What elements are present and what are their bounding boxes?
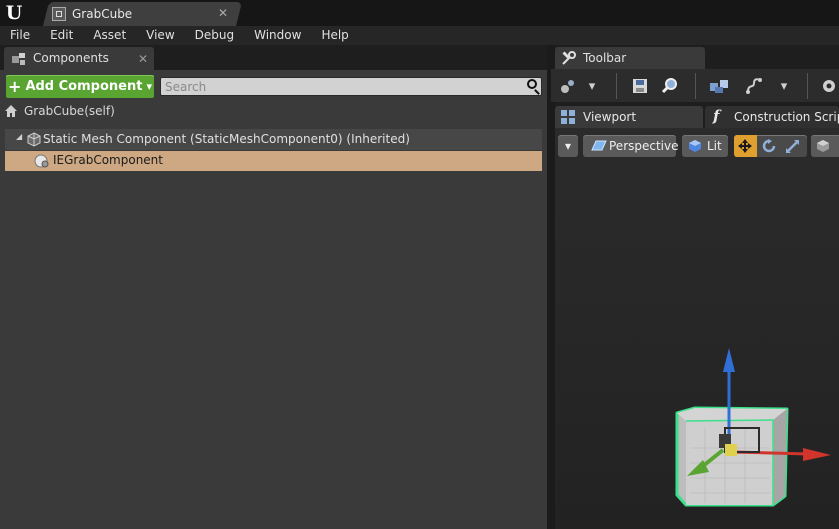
menu-window[interactable]: Window (244, 26, 311, 45)
tree-row-grab-component[interactable]: IEGrabComponent (5, 151, 542, 171)
tab-construction-script[interactable]: f Construction Scrip (705, 106, 839, 128)
close-icon[interactable]: ✕ (138, 52, 148, 66)
move-icon (738, 139, 752, 153)
lit-button[interactable]: Lit (682, 135, 728, 157)
grab-component-label: IEGrabComponent (53, 153, 163, 167)
toolbar-separator (695, 73, 696, 99)
menu-bar: File Edit Asset View Debug Window Help (0, 26, 839, 45)
construction-tab-label: Construction Scrip (734, 110, 839, 124)
menu-file[interactable]: File (0, 26, 40, 45)
settings-icon[interactable] (819, 75, 839, 97)
menu-asset[interactable]: Asset (83, 26, 136, 45)
save-icon[interactable] (629, 75, 651, 97)
tab-toolbar[interactable]: Toolbar (555, 47, 705, 69)
cube-mesh[interactable] (675, 406, 789, 507)
lit-cube-icon (689, 140, 701, 152)
rotate-icon[interactable] (762, 139, 777, 154)
blueprint-icon (52, 7, 66, 21)
document-tab-title: GrabCube (72, 7, 133, 21)
viewport-tab-label: Viewport (583, 110, 637, 124)
toolbar-separator (616, 73, 617, 99)
actor-icon (5, 105, 17, 117)
toolbar-separator (807, 73, 808, 99)
components-icon (12, 53, 25, 65)
tab-components[interactable]: Components ✕ (4, 47, 154, 70)
tree-row-static-mesh[interactable]: ◢ Static Mesh Component (StaticMeshCompo… (5, 129, 542, 150)
viewport-options-button[interactable]: ▾ (558, 135, 578, 157)
viewport-scene (675, 348, 831, 507)
add-component-label: Add Component (25, 79, 143, 94)
perspective-button[interactable]: Perspective (583, 135, 679, 157)
cube-snap-icon (817, 140, 829, 152)
static-mesh-label: Static Mesh Component (StaticMeshCompone… (43, 132, 410, 146)
self-label: GrabCube(self) (24, 104, 115, 118)
perspective-label: Perspective (609, 139, 679, 153)
simulation-icon[interactable] (743, 75, 765, 97)
function-icon: f (713, 107, 720, 125)
document-tab[interactable]: GrabCube (52, 4, 132, 24)
search-icon[interactable] (527, 79, 537, 89)
viewport-icon (561, 110, 575, 124)
scale-icon[interactable] (785, 139, 800, 154)
lit-label: Lit (707, 139, 722, 153)
panel-splitter[interactable] (547, 45, 555, 529)
menu-edit[interactable]: Edit (40, 26, 83, 45)
gears-icon[interactable] (557, 75, 579, 97)
chevron-down-icon: ▾ (564, 139, 572, 153)
surface-snap-button[interactable] (811, 135, 839, 157)
chevron-down-icon[interactable]: ▾ (585, 75, 599, 97)
transform-tools-group (734, 135, 807, 157)
find-icon[interactable] (659, 75, 681, 97)
class-settings-icon[interactable] (707, 75, 731, 97)
expand-arrow-icon[interactable]: ◢ (16, 132, 22, 141)
toolbar-tab-label: Toolbar (583, 51, 627, 65)
plus-icon: + (8, 77, 22, 96)
search-box (160, 77, 542, 96)
chevron-down-icon[interactable]: ▾ (777, 75, 791, 97)
static-mesh-icon (27, 132, 41, 147)
chevron-down-icon: ▾ (146, 80, 152, 93)
menu-debug[interactable]: Debug (185, 26, 244, 45)
blueprint-toolbar: ▾ ▾ (551, 69, 839, 102)
viewport-canvas[interactable]: ▾ Perspective Lit (555, 128, 839, 529)
unreal-logo[interactable]: U (2, 2, 26, 24)
self-row[interactable]: GrabCube(self) (4, 102, 115, 120)
translate-tool-button[interactable] (734, 135, 757, 157)
add-component-button[interactable]: + Add Component ▾ (6, 75, 154, 98)
wrench-icon (562, 51, 576, 65)
scene-component-icon (34, 154, 49, 168)
close-icon[interactable]: ✕ (218, 6, 228, 20)
tab-viewport[interactable]: Viewport (555, 106, 703, 128)
menu-view[interactable]: View (136, 26, 184, 45)
search-input[interactable] (161, 78, 521, 95)
perspective-icon (591, 140, 607, 151)
component-tree (5, 127, 542, 529)
components-tab-label: Components (33, 51, 109, 65)
menu-help[interactable]: Help (311, 26, 358, 45)
